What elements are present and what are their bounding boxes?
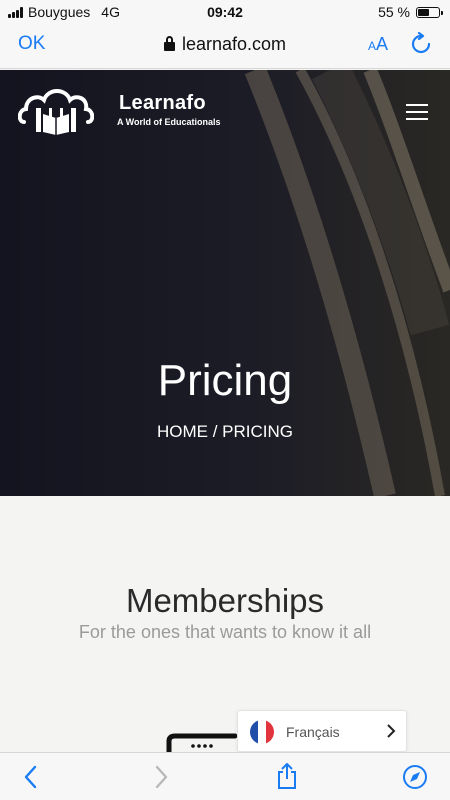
france-flag-icon	[250, 720, 274, 744]
flag-band-red	[266, 720, 274, 744]
lock-icon	[163, 36, 175, 51]
language-label: Français	[286, 724, 340, 740]
address-bar: OK learnafo.com AA	[0, 24, 450, 69]
flag-band-blue	[250, 720, 258, 744]
text-size-large-label: A	[376, 34, 389, 54]
section-subtitle: For the ones that wants to know it all	[78, 622, 372, 642]
browser-toolbar	[0, 752, 450, 800]
brand-name: Learnafo	[119, 92, 206, 114]
battery-icon	[416, 6, 443, 18]
flag-band-white	[258, 720, 266, 744]
forward-icon[interactable]	[152, 765, 170, 789]
text-size-button[interactable]: AA	[368, 34, 388, 55]
hamburger-menu-icon[interactable]	[406, 104, 428, 120]
learnafo-logo[interactable]	[18, 84, 94, 136]
share-icon[interactable]	[276, 762, 298, 790]
breadcrumb[interactable]: HOME / PRICING	[0, 422, 450, 442]
section-title: Memberships	[125, 582, 325, 619]
language-selector[interactable]: Français	[237, 710, 407, 752]
text-size-small-label: A	[368, 39, 377, 53]
url-text: learnafo.com	[181, 34, 287, 54]
hero-banner: Learnafo A World of Educationals Pricing…	[0, 70, 450, 496]
status-bar: Bouygues 4G 09:42 55 %	[0, 0, 450, 24]
compass-icon[interactable]	[402, 764, 428, 790]
page-title: Pricing	[157, 356, 293, 405]
battery-percent: 55 %	[378, 4, 410, 20]
membership-card-icon	[166, 733, 238, 753]
status-right: 55 %	[378, 4, 443, 20]
battery-fill	[418, 8, 429, 16]
reload-icon[interactable]	[410, 32, 432, 56]
chevron-right-icon	[387, 724, 396, 738]
back-icon[interactable]	[22, 765, 40, 789]
brand-tagline: A World of Educationals	[117, 117, 221, 127]
